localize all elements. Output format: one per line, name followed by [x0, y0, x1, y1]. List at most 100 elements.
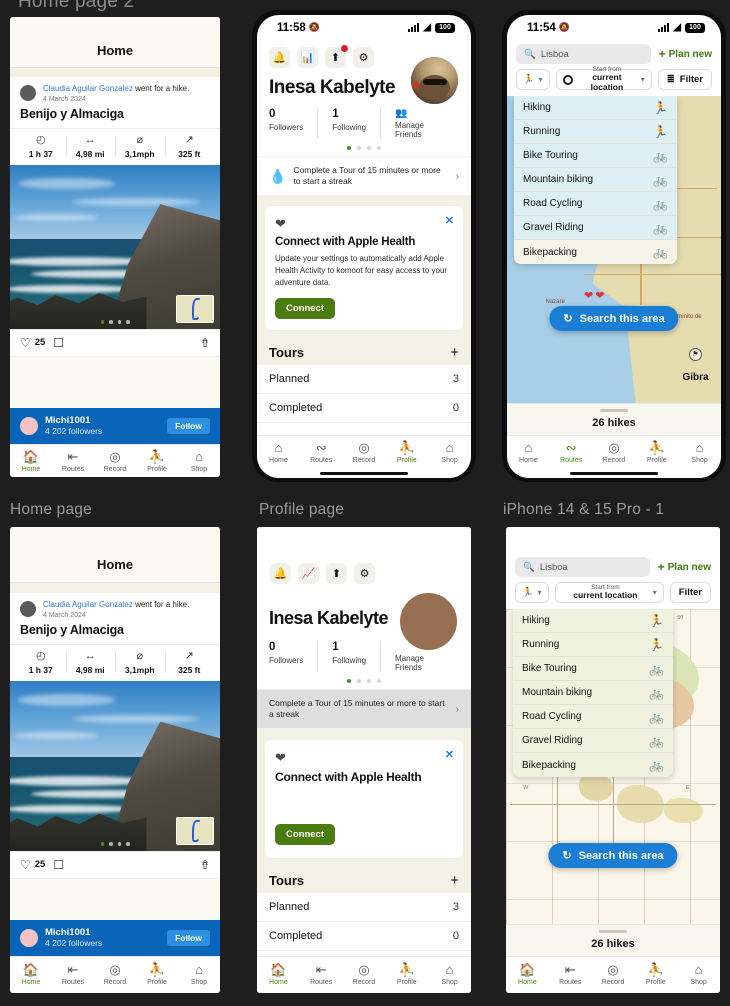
sport-option-hiking[interactable]: Hiking 🏃: [513, 609, 673, 633]
tab-record[interactable]: ◎ Record: [343, 441, 386, 465]
sport-option-gravel-riding[interactable]: Gravel Riding 🚲: [513, 729, 673, 753]
tab-record[interactable]: ◎ Record: [94, 963, 136, 987]
tab-shop[interactable]: ⌂ Shop: [678, 441, 721, 465]
sport-option-hiking[interactable]: Hiking 🏃: [514, 96, 677, 120]
tab-home[interactable]: 🏠 Home: [10, 963, 52, 987]
search-input[interactable]: 🔍 Lisboa: [515, 557, 650, 577]
share-icon[interactable]: ⇮: [200, 336, 210, 350]
sport-selector-button[interactable]: 🏃 ▾: [515, 582, 549, 603]
sport-option-bikepacking[interactable]: Bikepacking 🚲: [513, 753, 673, 777]
post-author-name[interactable]: Claudia Aguilar Gonzalez: [43, 600, 133, 609]
filter-button[interactable]: Filter: [669, 582, 711, 603]
tab-profile[interactable]: ⛹ Profile: [136, 450, 178, 474]
share-icon[interactable]: ⬆: [325, 44, 349, 68]
heart-outline-icon[interactable]: ♡: [20, 336, 31, 350]
streak-banner[interactable]: 💧 Complete a Tour of 15 minutes or more …: [257, 156, 471, 197]
comment-icon[interactable]: ☐: [53, 858, 64, 872]
profile-carousel-dots[interactable]: [257, 139, 471, 156]
plan-new-button[interactable]: + Plan new: [659, 47, 712, 61]
follow-button[interactable]: Follow: [167, 417, 210, 434]
notifications-icon[interactable]: 🔔: [270, 563, 291, 584]
sport-option-bikepacking[interactable]: Bikepacking 🚲: [514, 240, 677, 264]
sport-dropdown-menu[interactable]: Hiking 🏃 Running 🏃 Bike Touring 🚲 Mounta…: [513, 609, 673, 777]
tour-row-planned[interactable]: Planned 3: [257, 365, 471, 395]
feed-post[interactable]: Claudia Aguilar Gonzalez went for a hike…: [10, 77, 220, 357]
sport-option-mountain-biking[interactable]: Mountain biking 🚲: [514, 168, 677, 192]
tab-profile[interactable]: ⛹ Profile: [635, 441, 678, 465]
tab-routes[interactable]: ∾ Routes: [300, 441, 343, 465]
sport-selector-button[interactable]: 🏃 ▾: [516, 69, 550, 90]
add-tour-icon[interactable]: +: [450, 873, 459, 888]
sheet-grabber[interactable]: [600, 409, 628, 412]
results-sheet[interactable]: 26 hikes: [506, 924, 720, 956]
sport-option-running[interactable]: Running 🏃: [514, 120, 677, 144]
tab-record[interactable]: ◎ Record: [343, 963, 386, 987]
tab-record[interactable]: ◎ Record: [593, 441, 636, 465]
results-sheet[interactable]: 26 hikes: [507, 403, 721, 435]
heart-outline-icon[interactable]: ♡: [20, 858, 31, 872]
follow-button[interactable]: Follow: [167, 929, 210, 946]
connect-button[interactable]: Connect: [275, 824, 335, 846]
stat-followers[interactable]: 0 Followers: [269, 108, 319, 139]
photo-carousel-dots[interactable]: [10, 320, 220, 324]
route-minimap[interactable]: [176, 294, 214, 323]
map-area[interactable]: 40 50 W E Hiking 🏃 Running 🏃 Bike: [506, 609, 720, 924]
sport-option-mountain-biking[interactable]: Mountain biking 🚲: [513, 681, 673, 705]
stat-following[interactable]: 1 Following: [332, 108, 382, 139]
search-this-area-button[interactable]: ↻ Search this area: [549, 306, 679, 331]
tour-row-completed[interactable]: Completed 0: [257, 394, 471, 424]
tab-routes[interactable]: ⇤ Routes: [52, 450, 94, 474]
plan-new-button[interactable]: + Plan new: [658, 560, 711, 574]
tab-shop[interactable]: ⌂ Shop: [178, 963, 220, 987]
profile-carousel-dots[interactable]: [257, 672, 471, 689]
tab-routes[interactable]: ∾ Routes: [550, 441, 593, 465]
search-input[interactable]: 🔍 Lisboa: [516, 44, 651, 64]
tab-profile[interactable]: ⛹ Profile: [634, 963, 677, 987]
stats-icon[interactable]: 📈: [298, 563, 319, 584]
tab-home[interactable]: 🏠 Home: [506, 963, 549, 987]
close-icon[interactable]: ✕: [445, 748, 454, 761]
comment-icon[interactable]: ☐: [53, 336, 64, 350]
post-photo[interactable]: [10, 680, 220, 851]
close-icon[interactable]: ✕: [445, 214, 454, 227]
tab-routes[interactable]: ⇤ Routes: [300, 963, 343, 987]
notifications-icon[interactable]: 🔔: [269, 47, 290, 68]
route-minimap[interactable]: [176, 816, 214, 845]
profile-avatar[interactable]: [400, 593, 457, 650]
photo-carousel-dots[interactable]: [10, 842, 220, 846]
tab-home[interactable]: ⌂ Home: [257, 441, 300, 465]
tab-shop[interactable]: ⌂ Shop: [428, 963, 471, 987]
settings-gear-icon[interactable]: ⚙: [354, 563, 375, 584]
tab-record[interactable]: ◎ Record: [94, 450, 136, 474]
tab-profile[interactable]: ⛹ Profile: [385, 441, 428, 465]
map-hike-markers[interactable]: ❤ ❤: [584, 289, 604, 302]
tab-shop[interactable]: ⌂ Shop: [428, 441, 471, 465]
stats-icon[interactable]: 📊: [297, 47, 318, 68]
tab-record[interactable]: ◎ Record: [592, 963, 635, 987]
sport-option-gravel-riding[interactable]: Gravel Riding 🚲: [514, 216, 677, 240]
tab-routes[interactable]: ⇤ Routes: [549, 963, 592, 987]
start-location-button[interactable]: Start from current location ▾: [555, 582, 664, 603]
streak-banner[interactable]: Complete a Tour of 15 minutes or more to…: [257, 689, 471, 730]
connect-button[interactable]: Connect: [275, 298, 335, 320]
sport-option-road-cycling[interactable]: Road Cycling 🚲: [514, 192, 677, 216]
tab-routes[interactable]: ⇤ Routes: [52, 963, 94, 987]
feed-post[interactable]: Claudia Aguilar Gonzalez went for a hike…: [10, 593, 220, 879]
map-poi-circle[interactable]: ⚑: [688, 347, 702, 361]
tab-shop[interactable]: ⌂ Shop: [677, 963, 720, 987]
tab-home[interactable]: 🏠 Home: [257, 963, 300, 987]
settings-gear-icon[interactable]: ⚙: [353, 47, 374, 68]
tour-row-planned[interactable]: Planned 3: [257, 893, 471, 923]
sheet-grabber[interactable]: [599, 930, 627, 933]
post-photo[interactable]: [10, 164, 220, 329]
stat-followers[interactable]: 0 Followers: [269, 641, 319, 672]
share-icon[interactable]: ⬆: [326, 563, 347, 584]
search-this-area-button[interactable]: ↻ Search this area: [548, 843, 678, 868]
tab-home[interactable]: 🏠 Home: [10, 450, 52, 474]
sport-option-bike-touring[interactable]: Bike Touring 🚲: [513, 657, 673, 681]
post-author-name[interactable]: Claudia Aguilar Gonzalez: [43, 84, 133, 93]
stat-following[interactable]: 1 Following: [332, 641, 382, 672]
sport-option-bike-touring[interactable]: Bike Touring 🚲: [514, 144, 677, 168]
tab-shop[interactable]: ⌂ Shop: [178, 450, 220, 474]
add-tour-icon[interactable]: +: [450, 345, 459, 360]
